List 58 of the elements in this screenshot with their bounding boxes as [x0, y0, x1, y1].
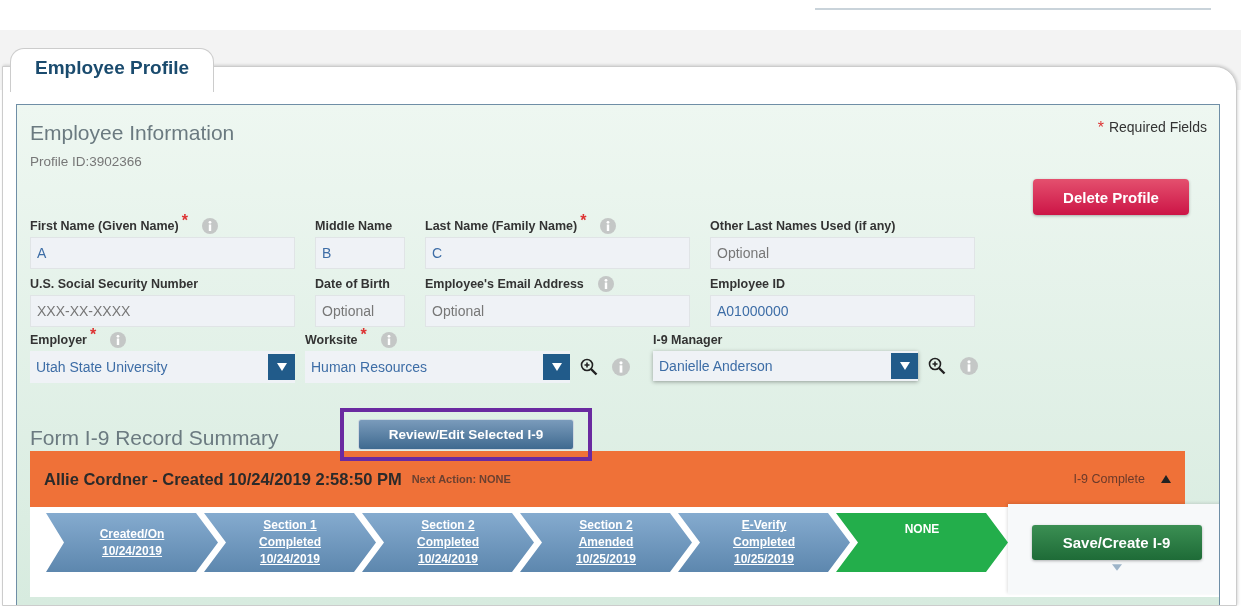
- timeline-step[interactable]: NONE: [836, 513, 1008, 572]
- text-field[interactable]: Optional: [425, 295, 690, 327]
- field-label: I-9 Manager: [653, 333, 723, 347]
- record-status: I-9 Complete: [1073, 472, 1145, 486]
- field-label: First Name (Given Name): [30, 219, 179, 233]
- text-field[interactable]: Optional: [710, 237, 975, 269]
- profile-tab[interactable]: Employee Profile: [10, 48, 215, 92]
- select-field[interactable]: Utah State University: [30, 351, 295, 383]
- field-label: Employer: [30, 333, 87, 347]
- summary-title: Form I-9 Record Summary: [30, 426, 280, 450]
- field-label: Employee's Email Address: [425, 277, 584, 291]
- required-mark: *: [360, 326, 367, 344]
- field-label: Worksite: [305, 333, 358, 347]
- timeline-step[interactable]: Section 2 Amended 10/25/2019: [520, 513, 692, 572]
- text-field[interactable]: XXX-XX-XXXX: [30, 295, 295, 327]
- info-icon[interactable]: [110, 332, 127, 348]
- required-mark: *: [1097, 119, 1104, 137]
- profile-id: Profile ID:3902366: [30, 154, 143, 169]
- text-field[interactable]: C: [425, 237, 690, 269]
- info-icon[interactable]: [960, 357, 978, 375]
- text-field[interactable]: A: [30, 237, 295, 269]
- info-icon[interactable]: [597, 276, 614, 292]
- review-edit-button[interactable]: Review/Edit Selected I-9: [358, 419, 574, 450]
- field-label: Middle Name: [315, 219, 393, 233]
- next-action: Next Action: NONE: [411, 473, 511, 485]
- select-field[interactable]: Human Resources: [305, 351, 570, 383]
- text-field[interactable]: A01000000: [710, 295, 975, 327]
- dropdown-icon[interactable]: [899, 362, 910, 370]
- text-field[interactable]: B: [315, 237, 405, 269]
- timeline-step[interactable]: Created/On 10/24/2019: [46, 513, 218, 572]
- timeline-step[interactable]: Section 1 Completed 10/24/2019: [204, 513, 376, 572]
- zoom-in-icon[interactable]: [580, 358, 598, 376]
- select-field[interactable]: Danielle Anderson: [653, 351, 918, 381]
- required-mark: *: [181, 212, 188, 230]
- save-create-button[interactable]: Save/Create I-9: [1031, 525, 1202, 560]
- info-icon[interactable]: [600, 218, 617, 234]
- text-field[interactable]: Optional: [315, 295, 405, 327]
- required-mark: *: [89, 326, 97, 344]
- dropdown-icon[interactable]: [551, 363, 562, 371]
- field-label: Employee ID: [710, 277, 786, 291]
- dropdown-icon[interactable]: [276, 363, 287, 371]
- section-title: Employee Information: [30, 121, 235, 145]
- field-label: U.S. Social Security Number: [30, 277, 199, 291]
- info-icon[interactable]: [612, 358, 630, 376]
- timeline-step[interactable]: E-Verify Completed 10/25/2019: [678, 513, 850, 572]
- zoom-in-icon[interactable]: [928, 357, 946, 375]
- timeline-step[interactable]: Section 2 Completed 10/24/2019: [362, 513, 534, 572]
- field-label: Last Name (Family Name): [425, 219, 578, 233]
- field-label: Other Last Names Used (if any): [710, 219, 896, 233]
- info-icon[interactable]: [201, 218, 218, 234]
- field-label: Date of Birth: [315, 277, 390, 291]
- delete-profile-button[interactable]: Delete Profile: [1033, 179, 1189, 215]
- record-title: Allie Cordner - Created 10/24/2019 2:58:50 PM: [44, 469, 402, 489]
- down-arrow-icon: [1111, 564, 1122, 571]
- info-icon[interactable]: [380, 332, 397, 348]
- required-fields-note: Required Fields: [1108, 119, 1207, 137]
- required-mark: *: [580, 212, 587, 230]
- collapse-icon[interactable]: [1161, 475, 1171, 483]
